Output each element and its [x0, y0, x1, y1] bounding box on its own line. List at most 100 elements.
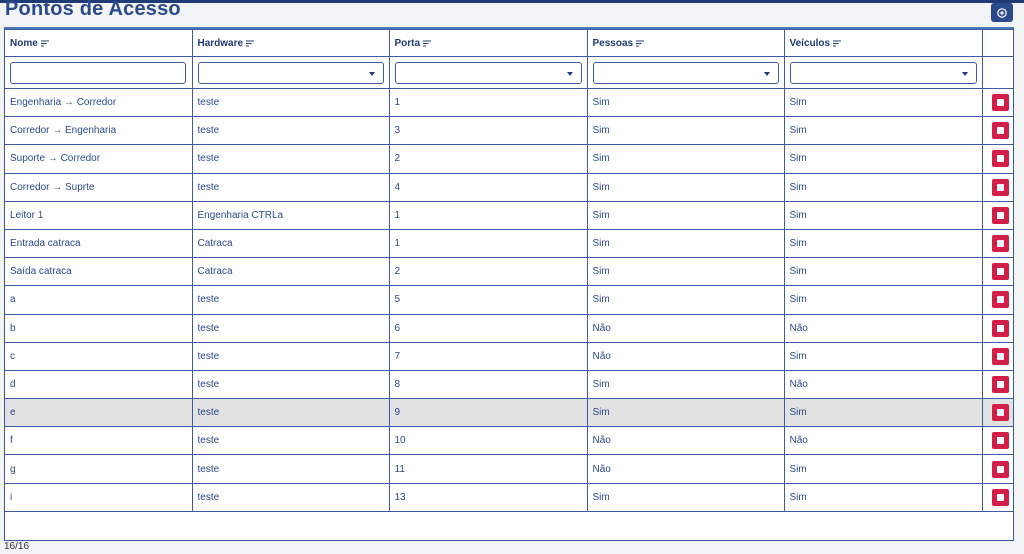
cell-veiculos: Sim: [783, 87, 983, 118]
cell-hardware: teste: [191, 398, 390, 428]
cell-nome: i: [5, 482, 193, 512]
stop-square-icon: [996, 409, 1004, 417]
table-row[interactable]: f teste 10 Não Não: [5, 426, 1013, 456]
table-row[interactable]: Corredor → Engenharia teste 3 Sim Sim: [5, 116, 1013, 146]
cell-porta: 2: [388, 144, 588, 174]
delete-row-button[interactable]: [991, 404, 1009, 422]
column-header-nome[interactable]: Nome: [5, 29, 193, 57]
cell-hardware: teste: [191, 426, 390, 456]
table-row[interactable]: Corredor → Suprte teste 4 Sim Sim: [5, 172, 1013, 202]
cell-nome: a: [5, 285, 193, 315]
hardware-filter-select[interactable]: [197, 61, 384, 84]
cell-veiculos: Sim: [783, 172, 983, 202]
delete-row-button[interactable]: [991, 178, 1009, 196]
access-points-table: Nome Hardware Porta Pessoas Veículos Engenha…: [5, 29, 1013, 512]
column-header-hardware[interactable]: Hardware: [191, 29, 390, 57]
cell-hardware: teste: [191, 116, 390, 146]
delete-row-button[interactable]: [991, 206, 1009, 224]
cell-pessoas: Sim: [586, 144, 785, 174]
table-row[interactable]: e teste 9 Sim Sim: [5, 398, 1013, 428]
cell-veiculos: Sim: [783, 285, 983, 315]
cell-pessoas: Não: [586, 313, 785, 343]
delete-row-button[interactable]: [991, 263, 1009, 281]
cell-hardware: teste: [191, 172, 390, 202]
cell-pessoas: Sim: [586, 87, 785, 118]
table-row[interactable]: Suporte → Corredor teste 2 Sim Sim: [5, 144, 1013, 174]
veiculos-filter-select[interactable]: [789, 61, 977, 84]
nome-filter-input[interactable]: [10, 61, 186, 84]
cell-veiculos: Não: [783, 313, 983, 343]
table-row[interactable]: a teste 5 Sim Sim: [5, 285, 1013, 315]
delete-row-button[interactable]: [991, 460, 1009, 478]
delete-row-button[interactable]: [991, 347, 1009, 365]
cell-nome: Suporte → Corredor: [5, 144, 193, 174]
cell-actions: [981, 313, 1013, 343]
cell-veiculos: Sim: [783, 228, 983, 259]
delete-row-button[interactable]: [991, 375, 1009, 393]
sort-lines-icon: [40, 40, 49, 46]
cell-veiculos: Não: [783, 426, 983, 456]
cell-nome: Leitor 1: [5, 200, 193, 230]
cell-hardware: teste: [191, 454, 390, 484]
cell-nome: Corredor → Engenharia: [5, 116, 193, 146]
add-access-point-button[interactable]: [991, 3, 1013, 22]
delete-row-button[interactable]: [991, 488, 1009, 506]
cell-pessoas: Sim: [586, 172, 785, 202]
cell-nome: Entrada catraca: [5, 228, 193, 259]
column-header-porta[interactable]: Porta: [388, 29, 588, 57]
table-row[interactable]: Entrada catraca Catraca 1 Sim Sim: [5, 228, 1013, 259]
table-row[interactable]: Engenharia → Corredor teste 1 Sim Sim: [5, 87, 1013, 118]
cell-veiculos: Sim: [783, 200, 983, 230]
cell-nome: Saída catraca: [5, 257, 193, 287]
cell-nome: d: [5, 369, 193, 400]
cell-porta: 11: [388, 454, 588, 484]
table-row[interactable]: b teste 6 Não Não: [5, 313, 1013, 343]
cell-actions: [981, 426, 1013, 456]
cell-pessoas: Sim: [586, 200, 785, 230]
delete-row-button[interactable]: [991, 150, 1009, 168]
column-header-label: Pessoas: [592, 37, 634, 49]
table-row[interactable]: Leitor 1 Engenharia CTRLa 1 Sim Sim: [5, 200, 1013, 230]
cell-porta: 10: [388, 426, 588, 456]
delete-row-button[interactable]: [991, 94, 1009, 112]
sort-lines-icon: [636, 40, 645, 46]
table-row[interactable]: d teste 8 Sim Não: [5, 369, 1013, 400]
stop-square-icon: [996, 437, 1004, 445]
column-header-veiculos[interactable]: Veículos: [783, 29, 983, 57]
porta-filter-select[interactable]: [394, 61, 582, 84]
delete-row-button[interactable]: [991, 319, 1009, 337]
cell-porta: 3: [388, 116, 588, 146]
cell-porta: 7: [388, 341, 588, 371]
column-header-pessoas[interactable]: Pessoas: [586, 29, 785, 57]
caret-down-icon: [763, 71, 770, 76]
header-row: Nome Hardware Porta Pessoas Veículos: [5, 29, 1013, 57]
pessoas-filter-select[interactable]: [592, 61, 779, 84]
cell-hardware: teste: [191, 369, 390, 400]
cell-actions: [981, 172, 1013, 202]
cell-pessoas: Não: [586, 341, 785, 371]
delete-row-button[interactable]: [991, 235, 1009, 253]
table-row[interactable]: Saída catraca Catraca 2 Sim Sim: [5, 257, 1013, 287]
delete-row-button[interactable]: [991, 122, 1009, 140]
table-row[interactable]: g teste 11 Não Sim: [5, 454, 1013, 484]
stop-square-icon: [996, 380, 1004, 388]
cell-nome: f: [5, 426, 193, 456]
cell-nome: e: [5, 398, 193, 428]
table-row[interactable]: c teste 7 Não Sim: [5, 341, 1013, 371]
caret-down-icon: [368, 71, 375, 76]
table-row[interactable]: i teste 13 Sim Sim: [5, 482, 1013, 512]
plus-circle-icon: [997, 7, 1007, 18]
delete-row-button[interactable]: [991, 432, 1009, 450]
cell-pessoas: Sim: [586, 116, 785, 146]
cell-actions: [981, 144, 1013, 174]
caret-down-icon: [961, 71, 968, 76]
cell-nome: c: [5, 341, 193, 371]
stop-square-icon: [996, 493, 1004, 501]
cell-porta: 6: [388, 313, 588, 343]
delete-row-button[interactable]: [991, 291, 1009, 309]
cell-hardware: teste: [191, 341, 390, 371]
row-count: 16/16: [4, 541, 30, 552]
cell-nome: b: [5, 313, 193, 343]
access-points-grid: Nome Hardware Porta Pessoas Veículos Engenha…: [4, 27, 1014, 541]
cell-porta: 13: [388, 482, 588, 512]
